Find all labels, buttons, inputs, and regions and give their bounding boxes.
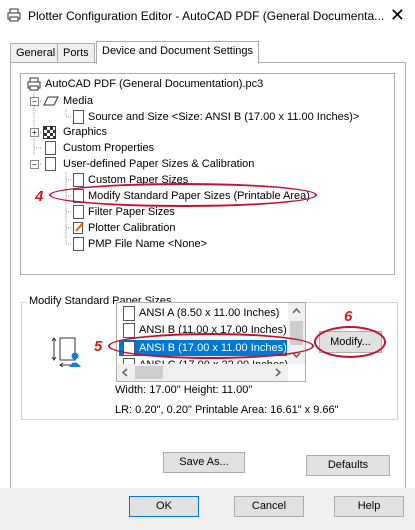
tree-root-label: AutoCAD PDF (General Documentation).pc3	[45, 78, 264, 90]
page-icon	[73, 205, 84, 219]
page-icon	[73, 110, 84, 124]
list-item[interactable]: ANSI A (8.50 x 11.00 Inches)	[119, 305, 287, 321]
collapse-user-defined-icon[interactable]: −	[30, 160, 39, 169]
scroll-up-icon[interactable]	[292, 308, 301, 314]
scroll-left-icon[interactable]	[122, 368, 128, 377]
tree-item-source-size-label: Source and Size <Size: ANSI B (17.00 x 1…	[88, 111, 360, 123]
media-icon	[43, 96, 59, 106]
tree-item-media-label: Media	[63, 95, 93, 107]
list-horizontal-scrollbar[interactable]	[117, 364, 288, 381]
annotation-number-4: 4	[35, 188, 44, 205]
close-icon[interactable]: ✕	[390, 5, 405, 25]
printable-area-text: LR: 0.20", 0.20" Printable Area: 16.61" …	[115, 404, 339, 416]
defaults-button[interactable]: Defaults	[306, 455, 390, 476]
settings-tree[interactable]: AutoCAD PDF (General Documentation).pc3 …	[20, 73, 395, 275]
page-icon	[73, 237, 84, 251]
tab-general[interactable]: General	[10, 43, 62, 63]
tree-item-pmp-file-name-label: PMP File Name <None>	[88, 238, 208, 250]
list-item-label: ANSI A (8.50 x 11.00 Inches)	[139, 307, 280, 319]
collapse-media-icon[interactable]: −	[30, 97, 39, 106]
graphics-icon	[43, 126, 56, 139]
list-vertical-scrollbar[interactable]	[288, 303, 305, 364]
calibration-icon	[73, 222, 84, 234]
cancel-button[interactable]: Cancel	[234, 496, 304, 517]
save-as-button[interactable]: Save As...	[163, 452, 245, 473]
annotation-oval-tree-item	[49, 183, 317, 207]
tab-device-document-settings[interactable]: Device and Document Settings	[96, 41, 260, 64]
plotter-config-window: Plotter Configuration Editor - AutoCAD P…	[0, 0, 415, 530]
expand-graphics-icon[interactable]: +	[30, 128, 39, 137]
plotter-app-icon	[7, 8, 21, 22]
annotation-number-5: 5	[94, 338, 103, 355]
page-icon	[45, 157, 56, 171]
hscroll-thumb[interactable]	[135, 366, 163, 379]
scroll-right-icon[interactable]	[275, 368, 281, 377]
paper-dimensions-text: Width: 17.00" Height: 11.00"	[115, 384, 253, 396]
annotation-oval-list-item	[108, 333, 314, 359]
tree-item-custom-properties-label: Custom Properties	[63, 142, 155, 154]
annotation-number-6: 6	[344, 308, 353, 325]
page-icon	[123, 306, 135, 321]
tab-ports[interactable]: Ports	[57, 43, 95, 63]
tree-item-plotter-calibration-label: Plotter Calibration	[88, 222, 176, 234]
title-bar: Plotter Configuration Editor - AutoCAD P…	[0, 0, 415, 32]
annotation-oval-modify-button	[314, 326, 386, 358]
help-button[interactable]: Help	[334, 496, 404, 517]
page-icon	[123, 323, 135, 338]
tree-item-graphics-label: Graphics	[63, 126, 108, 138]
page-icon	[45, 141, 56, 155]
paper-dimension-icon	[51, 337, 81, 368]
plotter-icon	[27, 77, 41, 91]
page-icon	[73, 173, 84, 187]
window-title: Plotter Configuration Editor - AutoCAD P…	[28, 9, 385, 23]
ok-button[interactable]: OK	[129, 496, 199, 517]
tree-item-user-defined-label: User-defined Paper Sizes & Calibration	[63, 158, 255, 170]
